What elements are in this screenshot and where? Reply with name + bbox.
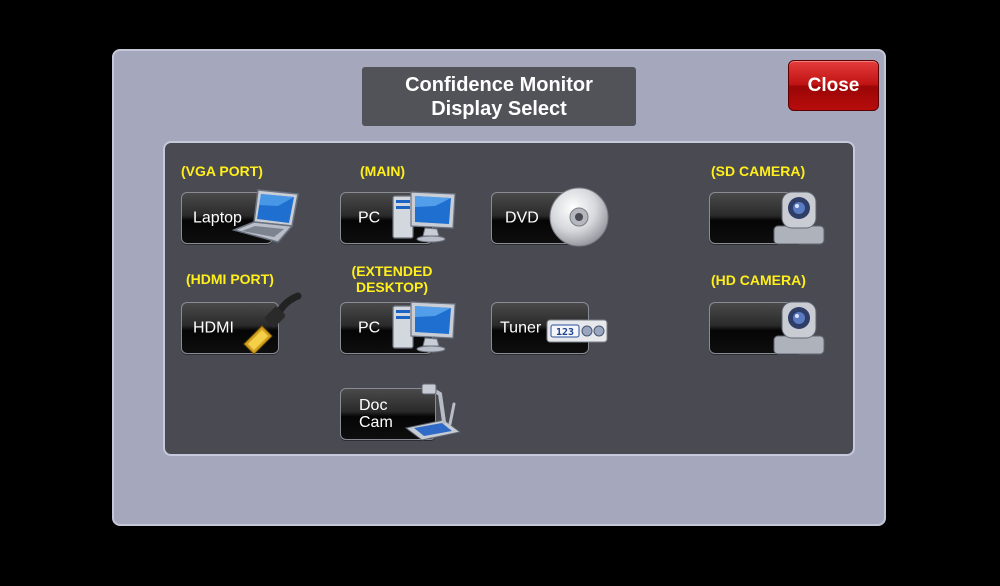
ptz-camera-icon [773, 191, 825, 245]
label-extended-desktop: (EXTENDED DESKTOP) [346, 263, 438, 295]
label-hd-camera: (HD CAMERA) [711, 272, 806, 288]
hdmi-button-label: HDMI [193, 319, 234, 337]
tuner-display-text: 123 [556, 327, 574, 338]
tuner-button-label: Tuner [500, 319, 542, 337]
laptop-icon [231, 189, 299, 243]
dvd-button-label: DVD [505, 209, 539, 227]
title-line-2: Display Select [431, 97, 567, 120]
ptz-camera-icon [773, 301, 825, 355]
label-extended-line-2: DESKTOP) [355, 279, 429, 295]
pc-extended-button-label: PC [358, 319, 381, 337]
pc-monitor-icon [392, 191, 456, 243]
label-vga-port: (VGA PORT) [181, 163, 263, 179]
label-sd-camera: (SD CAMERA) [711, 163, 806, 179]
doc-cam-button-label: Doc Cam [359, 397, 393, 431]
title-line-1: Confidence Monitor [405, 73, 593, 96]
label-extended-line-1: (EXTENDED [351, 263, 433, 279]
document-camera-icon [404, 383, 462, 441]
label-hdmi-port: (HDMI PORT) [186, 271, 274, 287]
doc-cam-label-line-2: Cam [359, 414, 393, 431]
pc-main-button-label: PC [358, 209, 381, 227]
label-main: (MAIN) [360, 163, 406, 179]
close-button[interactable]: Close [788, 60, 879, 111]
doc-cam-label-line-1: Doc [359, 397, 388, 414]
pc-monitor-icon [392, 301, 456, 353]
hdmi-plug-icon [243, 292, 302, 355]
dialog-title: Confidence Monitor Display Select [362, 67, 636, 126]
tuner-icon: 123 [546, 319, 608, 343]
dvd-disc-icon [549, 187, 609, 247]
